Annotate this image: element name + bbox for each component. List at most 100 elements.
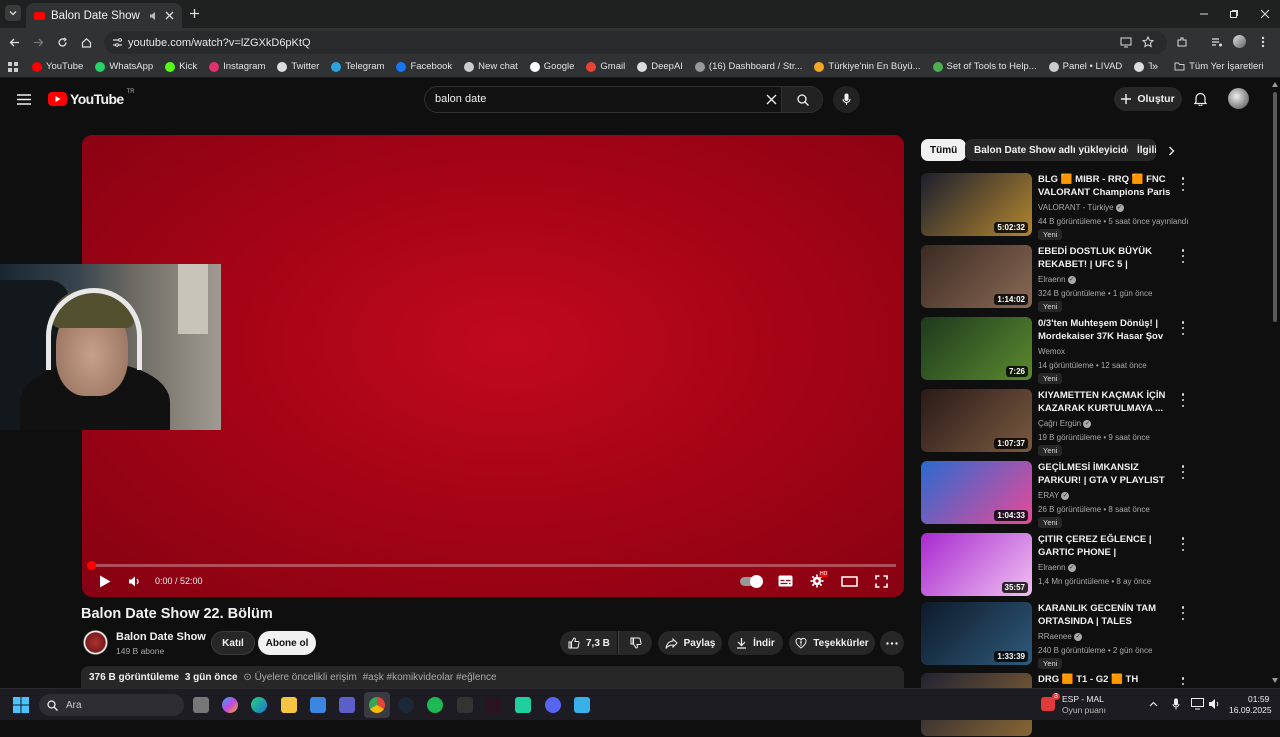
recommended-video[interactable]: 35:57 ÇITIR ÇEREZ EĞLENCE | GARTIC PHONE … [921, 533, 1191, 597]
minimize-icon[interactable] [1199, 9, 1209, 19]
recommended-channel[interactable]: Wemox [1038, 347, 1065, 356]
bookmark-star-icon[interactable] [1142, 36, 1154, 48]
scroll-down-icon[interactable] [1272, 678, 1278, 683]
hashtags[interactable]: #aşk #komikvideolar #eğlence [363, 672, 497, 683]
recommended-channel-name[interactable]: Elraenn [1038, 563, 1066, 572]
scrollbar-thumb[interactable] [1273, 92, 1277, 322]
bookmark-item[interactable]: (16) Dashboard / Str... [694, 61, 802, 72]
bookmark-item[interactable]: Set of Tools to Help... [932, 61, 1037, 72]
create-button[interactable]: Oluştur [1114, 87, 1182, 111]
search-input[interactable]: balon date [424, 86, 782, 113]
recommended-video[interactable]: 1:07:37 KIYAMETTEN KAÇMAK İÇİN KAZARAK KU… [921, 389, 1191, 456]
video-thumbnail[interactable]: 1:04:33 [921, 461, 1032, 524]
notifications-bell-icon[interactable] [1194, 92, 1207, 106]
tab-search-button[interactable] [5, 5, 21, 21]
active-tab[interactable]: Balon Date Show 22. Bölüm [26, 3, 182, 28]
recommended-title[interactable]: KIYAMETTEN KAÇMAK İÇİN KAZARAK KURTULMAY… [1038, 389, 1173, 415]
video-thumbnail[interactable]: 1:14:02 [921, 245, 1032, 308]
close-window-icon[interactable] [1260, 9, 1270, 19]
restore-icon[interactable] [1229, 9, 1239, 19]
cast-icon[interactable] [1120, 37, 1132, 48]
fullscreen-icon[interactable] [875, 575, 888, 588]
bookmark-item[interactable]: The best ChatBot an... [1134, 61, 1152, 72]
close-tab-icon[interactable] [165, 11, 174, 20]
video-thumbnail[interactable]: 1:07:37 [921, 389, 1032, 452]
edge-icon[interactable] [251, 697, 267, 713]
epic-games-icon[interactable] [457, 697, 473, 713]
recommended-title[interactable]: BLG 🟧 MIBR - RRQ 🟧 FNC VALORANT Champion… [1038, 173, 1173, 199]
bookmark-item[interactable]: YouTube [32, 61, 83, 72]
video-thumbnail[interactable]: 7:26 [921, 317, 1032, 380]
all-bookmarks-button[interactable]: Tüm Yer İşaretleri [1174, 61, 1264, 72]
theater-mode-icon[interactable] [841, 576, 858, 587]
scroll-up-icon[interactable] [1272, 82, 1278, 87]
clock-time[interactable]: 01:59 [1248, 694, 1269, 704]
task-view-icon[interactable] [193, 697, 209, 713]
recommended-channel-name[interactable]: VALORANT - Türkiye [1038, 203, 1114, 212]
recommended-channel[interactable]: Çağrı Ergün ✓ [1038, 419, 1092, 428]
recommended-title[interactable]: DRG 🟧 T1 - G2 🟧 TH [1038, 673, 1173, 686]
recommended-video[interactable]: 1:04:33 GEÇİLMESİ İMKANSIZ PARKUR! | GTA … [921, 461, 1191, 528]
apps-grid-icon[interactable] [8, 61, 18, 72]
chip-all[interactable]: Tümü [921, 139, 967, 161]
steam-icon[interactable] [398, 697, 414, 713]
chip-from-uploader[interactable]: Balon Date Show adlı yükleyiciden [965, 139, 1148, 161]
recommended-video[interactable]: 1:33:39 KARANLIK GECENİN TAM ORTASINDA | … [921, 602, 1191, 669]
tray-volume-icon[interactable] [1208, 698, 1221, 710]
discord-icon[interactable] [545, 697, 561, 713]
browser-menu-icon[interactable] [1261, 36, 1265, 48]
back-icon[interactable] [9, 37, 20, 48]
bookmark-item[interactable]: Google [529, 61, 574, 72]
reload-icon[interactable] [57, 37, 68, 48]
recommended-channel-name[interactable]: RRaenee [1038, 632, 1072, 641]
recommended-video[interactable]: 1:14:02 EBEDİ DOSTLUK BÜYÜK REKABET! | UF… [921, 245, 1191, 312]
download-button[interactable]: İndir [728, 631, 783, 655]
extensions-icon[interactable] [1176, 36, 1188, 48]
video-menu-icon[interactable] [1179, 537, 1187, 551]
video-menu-icon[interactable] [1179, 606, 1187, 620]
bookmark-item[interactable]: New chat [464, 61, 518, 72]
app-icon[interactable] [515, 697, 531, 713]
new-tab-icon[interactable] [189, 8, 200, 19]
like-button[interactable]: 7,3 B [560, 631, 617, 655]
volume-icon[interactable] [128, 575, 141, 588]
chip-related[interactable]: İlgili [1128, 139, 1156, 161]
search-button[interactable] [781, 86, 823, 113]
recommended-channel[interactable]: Elraenn ✓ [1038, 563, 1076, 572]
thanks-button[interactable]: Teşekkürler [789, 631, 875, 655]
spotify-icon[interactable] [427, 697, 443, 713]
play-icon[interactable] [99, 575, 111, 588]
recommended-title[interactable]: 0/3'ten Muhteşem Dönüş! | Mordekaiser 37… [1038, 317, 1173, 343]
teams-icon[interactable] [339, 697, 355, 713]
video-thumbnail[interactable]: 1:33:39 [921, 602, 1032, 665]
forward-icon[interactable] [33, 37, 44, 48]
tray-network-icon[interactable] [1191, 698, 1204, 710]
chrome-icon[interactable] [369, 697, 385, 713]
chevron-right-icon[interactable] [1168, 146, 1175, 156]
channel-name[interactable]: Balon Date Show [116, 631, 206, 643]
media-control-icon[interactable] [1211, 36, 1223, 48]
store-icon[interactable] [310, 697, 326, 713]
taskbar-search[interactable]: Ara [39, 694, 184, 716]
windows-start-icon[interactable] [13, 697, 29, 713]
home-icon[interactable] [81, 37, 92, 48]
page-scrollbar[interactable] [1270, 78, 1280, 688]
bookmark-item[interactable]: DeepAI [637, 61, 683, 72]
recommended-channel[interactable]: Elraenn ✓ [1038, 275, 1076, 284]
hamburger-menu-icon[interactable] [17, 94, 31, 105]
youtube-logo[interactable]: YouTube TR [48, 89, 135, 107]
join-button[interactable]: Katıl [211, 631, 255, 655]
bookmark-item[interactable]: Instagram [209, 61, 265, 72]
address-bar[interactable]: youtube.com/watch?v=lZGXkD6pKtQ [104, 31, 1167, 54]
progress-bar[interactable] [87, 561, 896, 570]
recommended-channel-name[interactable]: Wemox [1038, 347, 1065, 356]
video-menu-icon[interactable] [1179, 465, 1187, 479]
video-thumbnail[interactable]: 5:02:32 [921, 173, 1032, 236]
copilot-icon[interactable] [222, 697, 238, 713]
bookmark-item[interactable]: WhatsApp [95, 61, 153, 72]
more-actions-button[interactable] [880, 631, 904, 655]
bookmark-item[interactable]: Twitter [277, 61, 319, 72]
dislike-button[interactable] [618, 631, 652, 655]
channel-avatar[interactable] [83, 630, 108, 655]
recommended-title[interactable]: GEÇİLMESİ İMKANSIZ PARKUR! | GTA V PLAYL… [1038, 461, 1173, 487]
